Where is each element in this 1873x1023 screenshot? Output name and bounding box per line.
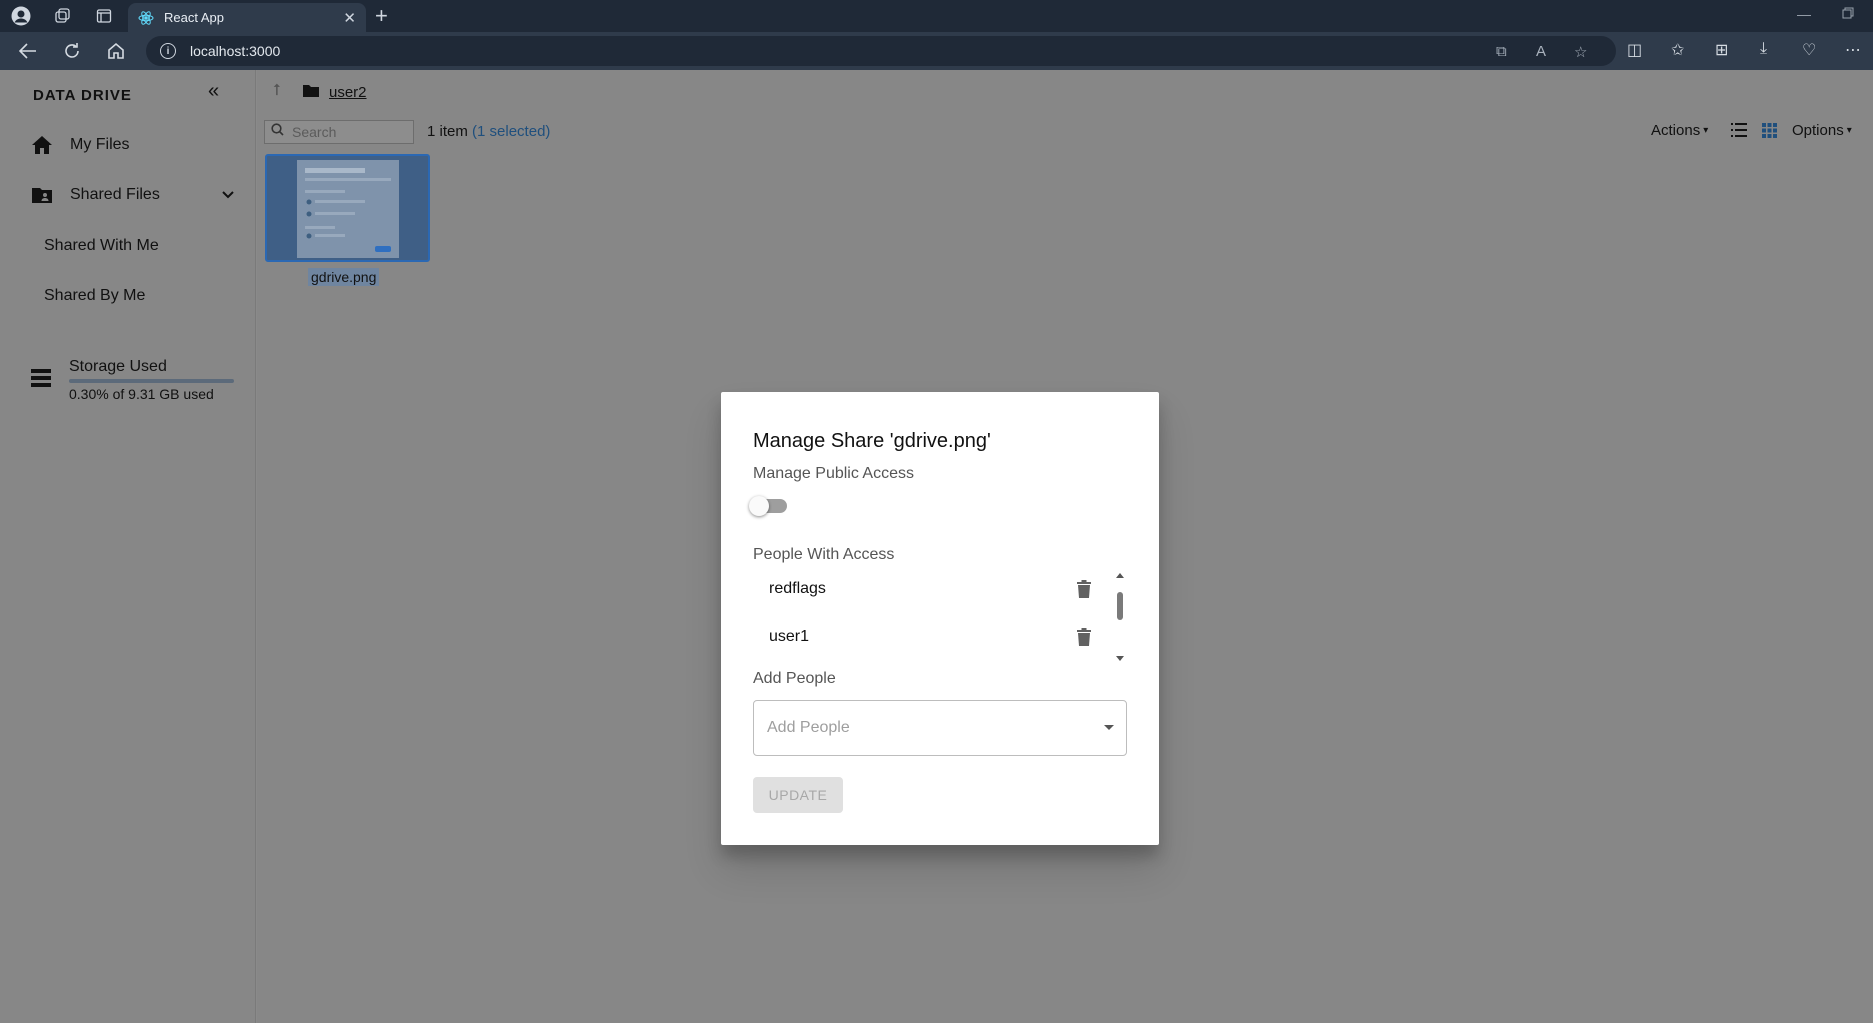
brand-title: DATA DRIVE xyxy=(33,87,132,104)
browser-title-bar: React App ✕ + — xyxy=(0,0,1873,32)
file-tile[interactable] xyxy=(265,154,430,262)
up-directory-icon[interactable]: ⭡ xyxy=(273,82,281,100)
sidebar-item-shared-with-me[interactable]: Shared With Me xyxy=(44,237,159,255)
public-access-toggle-thumb[interactable] xyxy=(749,496,769,516)
options-dropdown[interactable]: Options ▾ xyxy=(1792,122,1852,139)
search-input[interactable] xyxy=(292,124,407,140)
sidebar-item-shared-by-me[interactable]: Shared By Me xyxy=(44,287,145,305)
workspaces-icon[interactable] xyxy=(52,6,74,26)
storage-progress-bar xyxy=(69,379,234,383)
collections-icon[interactable]: ⊞ xyxy=(1715,40,1728,60)
browser-toolbar: i localhost:3000 ⧉ A ☆ xyxy=(0,32,1873,70)
read-aloud-icon[interactable]: A xyxy=(1536,43,1546,60)
app: DATA DRIVE « My Files Shared Files Share… xyxy=(0,70,1873,1023)
file-thumbnail xyxy=(297,160,399,258)
favorite-star-icon[interactable]: ☆ xyxy=(1574,43,1587,61)
delete-icon[interactable] xyxy=(1077,580,1093,598)
dropdown-arrow-icon[interactable] xyxy=(1104,725,1114,730)
item-count: 1 item (1 selected) xyxy=(427,123,550,140)
back-icon[interactable] xyxy=(16,40,40,62)
chevron-down-icon: ▾ xyxy=(1846,125,1852,136)
minimize-icon[interactable]: — xyxy=(1797,6,1811,22)
add-people-label: Add People xyxy=(753,670,836,687)
home-icon[interactable] xyxy=(104,40,128,62)
open-in-app-icon[interactable]: ⧉ xyxy=(1496,43,1507,60)
sidebar-item-my-files[interactable]: My Files xyxy=(30,134,130,156)
people-list-scrollbar[interactable] xyxy=(1115,572,1125,662)
update-button[interactable]: UPDATE xyxy=(753,777,843,813)
react-icon xyxy=(138,10,154,26)
home-icon xyxy=(30,134,54,156)
sidebar: DATA DRIVE « My Files Shared Files Share… xyxy=(0,70,256,1023)
actions-dropdown[interactable]: Actions ▾ xyxy=(1651,122,1708,139)
selected-count: (1 selected) xyxy=(472,123,551,140)
search-box xyxy=(264,120,414,144)
breadcrumb[interactable]: user2 xyxy=(329,84,367,101)
actions-label: Actions xyxy=(1651,122,1701,139)
grid-view-icon[interactable] xyxy=(1762,123,1777,138)
close-tab-icon[interactable]: ✕ xyxy=(343,9,356,27)
browser-essentials-icon[interactable]: ♡ xyxy=(1802,40,1816,60)
add-people-select[interactable] xyxy=(753,700,1127,756)
storage-usage-text: 0.30% of 9.31 GB used xyxy=(69,386,214,402)
sidebar-item-label: My Files xyxy=(70,136,130,153)
split-screen-icon[interactable]: ◫ xyxy=(1627,40,1642,60)
downloads-icon[interactable]: ⤓ xyxy=(1760,40,1767,58)
file-name-label[interactable]: gdrive.png xyxy=(308,268,380,286)
chevron-down-icon[interactable] xyxy=(222,188,234,202)
site-info-icon[interactable]: i xyxy=(160,43,176,59)
person-name: user1 xyxy=(769,628,810,645)
collapse-sidebar-icon[interactable]: « xyxy=(208,80,219,103)
sidebar-item-label: Shared Files xyxy=(70,186,160,203)
list-view-icon[interactable] xyxy=(1731,123,1747,137)
sidebar-item-shared-files[interactable]: Shared Files xyxy=(30,184,160,206)
delete-icon[interactable] xyxy=(1077,628,1093,646)
folder-icon xyxy=(303,84,319,102)
url-text: localhost:3000 xyxy=(190,43,281,59)
storage-title: Storage Used xyxy=(69,358,167,375)
profile-icon[interactable] xyxy=(10,6,32,26)
new-tab-icon[interactable]: + xyxy=(375,4,388,28)
tab-title: React App xyxy=(164,10,224,25)
manage-share-dialog: Manage Share 'gdrive.png' Manage Public … xyxy=(721,392,1159,845)
shared-folder-icon xyxy=(30,184,54,206)
options-label: Options xyxy=(1792,122,1844,139)
person-name: redflags xyxy=(769,580,826,597)
public-access-label: Manage Public Access xyxy=(753,465,914,482)
search-icon xyxy=(271,123,284,141)
people-list: redflags user1 xyxy=(753,562,1123,658)
storage-icon xyxy=(30,368,52,393)
address-bar[interactable]: i localhost:3000 ⧉ A ☆ xyxy=(146,36,1616,66)
chevron-down-icon: ▾ xyxy=(1703,125,1709,136)
item-count-text: 1 item xyxy=(427,123,468,140)
tab-actions-icon[interactable] xyxy=(93,6,115,26)
add-people-input[interactable] xyxy=(767,719,1087,737)
dialog-title: Manage Share 'gdrive.png' xyxy=(753,430,991,452)
more-menu-icon[interactable]: ⋯ xyxy=(1845,40,1861,60)
browser-tab[interactable]: React App ✕ xyxy=(128,3,366,32)
favorites-icon[interactable]: ✩ xyxy=(1671,40,1684,60)
refresh-icon[interactable] xyxy=(60,40,84,62)
restore-icon[interactable] xyxy=(1842,6,1854,22)
